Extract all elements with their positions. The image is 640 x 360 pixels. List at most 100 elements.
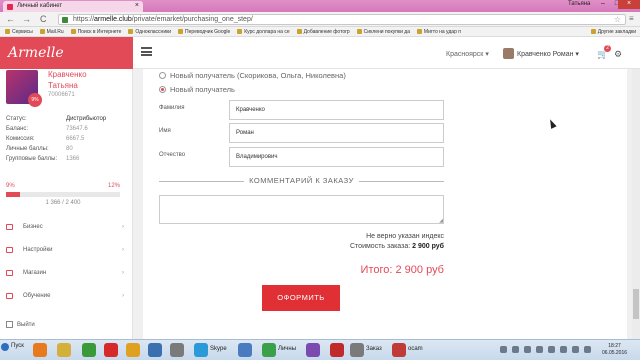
field-row: Отчество Владимирович — [159, 147, 444, 167]
user-menu[interactable]: Кравченко Роман ▾ — [517, 50, 579, 58]
forward-icon[interactable]: → — [22, 14, 31, 24]
scrollbar-thumb[interactable] — [633, 289, 639, 319]
radio-selected-icon — [159, 86, 166, 93]
comment-textarea[interactable] — [159, 195, 444, 224]
tray-icon[interactable] — [500, 346, 507, 353]
tray-icon[interactable] — [560, 346, 567, 353]
patronymic-field[interactable]: Владимирович — [229, 147, 444, 167]
stat-row: Баланс: 73647.6 — [6, 126, 88, 132]
field-row: Имя Роман — [159, 123, 444, 143]
url-input[interactable]: https://armelle.club/private/emarket/pur… — [58, 14, 626, 25]
progress-fill — [6, 192, 20, 197]
lastname-field[interactable]: Кравченко — [229, 100, 444, 120]
minimize-icon[interactable]: – — [596, 0, 610, 9]
tab-close-icon[interactable]: × — [135, 2, 139, 9]
program-icon[interactable] — [148, 343, 162, 357]
bookmark-item[interactable]: Одноклассники — [128, 27, 171, 36]
stat-row: Групповые баллы: 1366 — [6, 156, 80, 162]
browser-tab[interactable]: Личный кабинет × — [3, 1, 143, 12]
profile-stats: Статус: Дистрибьютор Баланс: 73647.6 Комис… — [6, 116, 126, 166]
gear-icon[interactable]: ⚙ — [614, 49, 622, 60]
field-label: Фамилия — [159, 105, 185, 111]
record-icon[interactable] — [392, 343, 406, 357]
taskbar-ocam[interactable]: ocam — [408, 346, 423, 352]
profile-badge: 9% — [28, 93, 42, 107]
windows-taskbar: Пуск Skype Личны Заказ ocam 18:27 06.05.… — [0, 339, 640, 360]
bookmark-item[interactable]: Переводчик Google — [178, 27, 230, 36]
chevron-right-icon: › — [122, 293, 124, 299]
tray-icon[interactable] — [512, 346, 519, 353]
site-favicon-icon — [7, 4, 13, 10]
file-explorer-icon[interactable] — [57, 343, 71, 357]
browser-menu-icon[interactable]: ≡ — [629, 14, 634, 23]
url-path: /private/emarket/purchasing_one_step/ — [131, 16, 253, 23]
firstname-field[interactable]: Роман — [229, 123, 444, 143]
volume-icon[interactable] — [584, 346, 591, 353]
stat-row: Статус: Дистрибьютор — [6, 116, 107, 122]
logout-icon — [6, 321, 13, 328]
taskbar-clock[interactable]: 18:27 06.05.2016 — [602, 343, 627, 357]
program-icon[interactable] — [170, 343, 184, 357]
ok-icon — [128, 29, 134, 34]
search-icon — [70, 29, 76, 34]
bookmark-item[interactable]: Сиклени покупки да — [356, 27, 410, 36]
tray-icon[interactable] — [536, 346, 543, 353]
bookmark-item[interactable]: Сервисы — [5, 27, 33, 36]
settings-icon — [6, 247, 13, 253]
program-icon[interactable] — [238, 343, 252, 357]
network-icon[interactable] — [572, 346, 579, 353]
skype-icon[interactable] — [194, 343, 208, 357]
bookmark-star-icon[interactable]: ☆ — [614, 15, 621, 25]
avatar[interactable] — [503, 48, 514, 59]
program-icon[interactable] — [330, 343, 344, 357]
recipient-option-new[interactable]: Новый получатель — [159, 85, 235, 94]
bookmark-item[interactable]: Добавление фотогр — [296, 27, 350, 36]
bookmark-item[interactable]: Мигто на удар п — [416, 27, 461, 36]
bookmark-item[interactable]: Mail.Ru — [39, 27, 64, 36]
page-scrollbar[interactable] — [632, 69, 640, 339]
firefox-icon[interactable] — [33, 343, 47, 357]
recipient-option-example[interactable]: Новый получатель (Скорикова, Ольга, Нико… — [159, 71, 346, 80]
city-selector[interactable]: Красноярск ▾ — [446, 50, 489, 58]
logout-link[interactable]: Выйти — [6, 321, 35, 328]
url-scheme: https:// — [73, 16, 95, 23]
taskbar-order[interactable]: Заказ — [366, 346, 382, 352]
chevron-right-icon: › — [122, 224, 124, 230]
media-icon[interactable] — [82, 343, 96, 357]
submit-order-button[interactable]: ОФОРМИТЬ — [262, 285, 340, 311]
chrome-icon[interactable] — [262, 343, 276, 357]
hamburger-menu-icon[interactable] — [141, 47, 152, 56]
comment-heading: КОММЕНТАРИЙ К ЗАКАЗУ — [159, 175, 444, 187]
start-button[interactable]: Пуск — [0, 343, 24, 351]
cost-value: 2 900 руб — [412, 243, 444, 250]
site-logo[interactable]: Armelle — [0, 37, 133, 69]
taskbar-browser[interactable]: Личны — [278, 346, 296, 352]
radio-icon — [159, 72, 166, 79]
ok-icon[interactable] — [126, 343, 140, 357]
bookmark-item[interactable]: Поиск в Интернете — [70, 27, 121, 36]
tray-icon[interactable] — [548, 346, 555, 353]
page-icon — [356, 29, 362, 34]
tray-icon[interactable] — [524, 346, 531, 353]
sidebar-item-settings[interactable]: Настройки › — [6, 242, 124, 265]
profile-id: 70006671 — [48, 92, 75, 98]
profile-name[interactable]: Кравченко Татьяна — [48, 69, 87, 91]
validation-warning: Не верно указан индекс — [366, 233, 444, 240]
other-bookmarks[interactable]: Другие закладки — [590, 27, 636, 36]
browser-profile-name[interactable]: Татьяна — [568, 1, 590, 7]
page-icon — [296, 29, 302, 34]
cost-label: Стоимость заказа: — [350, 243, 411, 250]
sidebar-item-shop[interactable]: Магазин › — [6, 265, 124, 288]
browser-titlebar: Личный кабинет × Татьяна – □ × — [0, 0, 640, 12]
folder-icon — [237, 29, 243, 34]
reload-icon[interactable]: C — [40, 14, 47, 24]
sidebar-item-business[interactable]: Бизнес › — [6, 219, 124, 242]
opera-icon[interactable] — [104, 343, 118, 357]
bookmark-item[interactable]: Курс доллара на се — [237, 27, 290, 36]
back-icon[interactable]: ← — [6, 14, 15, 24]
document-icon[interactable] — [350, 343, 364, 357]
taskbar-skype[interactable]: Skype — [210, 346, 227, 352]
viber-icon[interactable] — [306, 343, 320, 357]
sidebar-item-education[interactable]: Обучение › — [6, 288, 124, 311]
close-window-icon[interactable]: × — [618, 0, 640, 9]
